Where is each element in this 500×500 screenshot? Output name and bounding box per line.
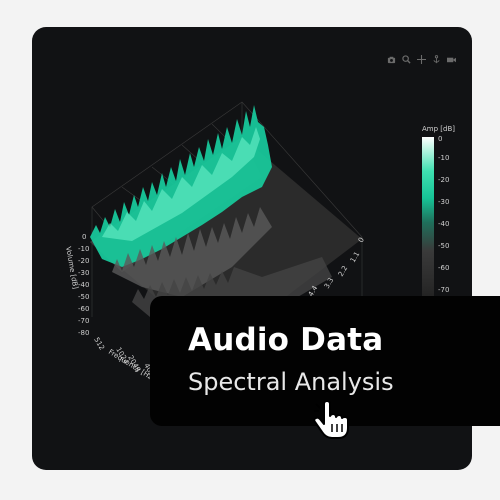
- x-tick: 512: [92, 336, 106, 352]
- video-icon[interactable]: [447, 55, 456, 64]
- colorbar-tick: -50: [438, 242, 450, 250]
- z-tick: -70: [78, 317, 89, 325]
- z-tick: -60: [78, 305, 89, 313]
- colorbar-tick: -30: [438, 198, 450, 206]
- z-tick: -10: [78, 245, 89, 253]
- colorbar-tick: -20: [438, 176, 450, 184]
- colorbar-tick: -70: [438, 286, 450, 294]
- hand-pointer-icon: [313, 400, 349, 439]
- anchor-icon[interactable]: [432, 55, 441, 64]
- pan-icon[interactable]: [417, 55, 426, 64]
- camera-icon[interactable]: [387, 55, 396, 64]
- z-tick: -80: [78, 329, 89, 337]
- z-axis: 0 -10 -20 -30 -40 -50 -60 -70 -80 Volume…: [64, 233, 89, 337]
- plot-toolbar: [387, 55, 456, 64]
- x-axis: 512 1024 2048 4096 Frequency [Hz]: [92, 336, 158, 383]
- z-tick: 0: [82, 233, 86, 241]
- overlay-subtitle: Spectral Analysis: [188, 368, 394, 396]
- y-tick: 2.2: [337, 264, 349, 278]
- z-tick: -30: [78, 269, 89, 277]
- y-tick: 1.1: [349, 250, 361, 264]
- colorbar-tick: 0: [438, 135, 443, 143]
- overlay-title: Audio Data: [188, 322, 384, 358]
- z-tick: -50: [78, 293, 89, 301]
- zoom-icon[interactable]: [402, 55, 411, 64]
- z-tick: -20: [78, 257, 89, 265]
- colorbar-tick: -40: [438, 220, 450, 228]
- colorbar-tick: -10: [438, 154, 450, 162]
- colorbar-title: Amp [dB]: [422, 125, 455, 133]
- colorbar-tick: -60: [438, 264, 450, 272]
